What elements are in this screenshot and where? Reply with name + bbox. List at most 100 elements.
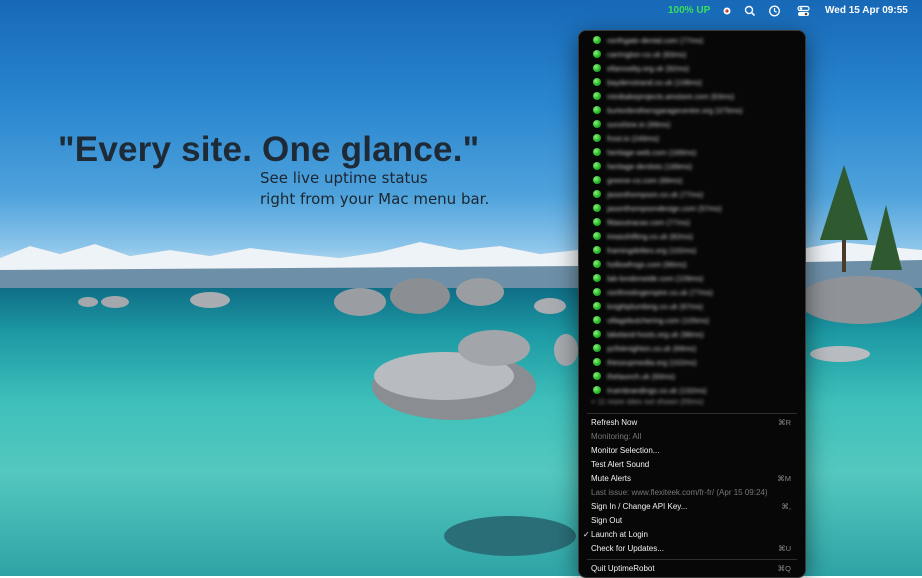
- monitor-row[interactable]: jasonthompsondesign.com (57ms): [591, 202, 791, 216]
- check-updates-shortcut: ⌘U: [778, 544, 791, 553]
- status-up-icon: [593, 106, 601, 114]
- monitor-row[interactable]: knightplumbing.co.uk (97ms): [591, 300, 791, 314]
- quit-label: Quit UptimeRobot: [591, 564, 655, 573]
- monitor-label: frost.io (249ms): [607, 134, 660, 143]
- quit-shortcut: ⌘Q: [777, 564, 791, 573]
- status-up-icon: [593, 274, 601, 282]
- status-up-icon: [593, 190, 601, 198]
- mute-alerts-item[interactable]: Mute Alerts ⌘M: [591, 472, 797, 486]
- status-up-icon: [593, 260, 601, 268]
- hero-subline-1: See live uptime status: [260, 169, 428, 187]
- monitor-label: treasshifting.co.uk (82ms): [607, 232, 693, 241]
- checkmark-icon: ✓: [583, 530, 590, 539]
- monitor-label: northgate-dental.com (77ms): [607, 36, 704, 45]
- status-up-icon: [593, 330, 601, 338]
- status-up-icon: [593, 204, 601, 212]
- status-up-icon: [593, 288, 601, 296]
- status-up-icon: [593, 92, 601, 100]
- status-up-icon: [593, 148, 601, 156]
- status-up-icon: [593, 386, 601, 394]
- monitor-row[interactable]: greene-co.com (89ms): [591, 174, 791, 188]
- app-status-icon[interactable]: [722, 3, 732, 19]
- monitor-row[interactable]: pcfixknighton.co.uk (69ms): [591, 342, 791, 356]
- hero-subline-2: right from your Mac menu bar.: [260, 190, 490, 208]
- monitor-row[interactable]: carrington-co.uk (83ms): [591, 48, 791, 62]
- monitor-row[interactable]: thelaunch.uk (93ms): [591, 370, 791, 384]
- monitor-label: lakeland-hosts.org.uk (98ms): [607, 330, 704, 339]
- monitor-row[interactable]: thesoupmedia.org (102ms): [591, 356, 791, 370]
- refresh-shortcut: ⌘R: [778, 418, 791, 427]
- status-up-icon: [593, 316, 601, 324]
- monitor-label: hollowfrogs.com (96ms): [607, 260, 687, 269]
- monitor-label: fittaoutracao.com (77ms): [607, 218, 690, 227]
- refresh-now-label: Refresh Now: [591, 418, 638, 427]
- monitor-label: heritage-dentists (189ms): [607, 162, 693, 171]
- status-up-icon: [593, 218, 601, 226]
- status-up-icon: [593, 50, 601, 58]
- launch-at-login-item[interactable]: ✓ Launch at Login: [583, 528, 797, 542]
- monitor-label: pcfixknighton.co.uk (69ms): [607, 344, 697, 353]
- search-icon[interactable]: [744, 3, 756, 19]
- monitor-row[interactable]: lab-londonwide.com (109ms): [591, 272, 791, 286]
- monitor-row[interactable]: sunshine.io (99ms): [591, 118, 791, 132]
- status-up-icon: [593, 78, 601, 86]
- status-up-icon: [593, 176, 601, 184]
- monitor-row[interactable]: heritage-web.com (169ms): [591, 146, 791, 160]
- refresh-now-item[interactable]: Refresh Now ⌘R: [591, 416, 797, 430]
- status-up-icon: [593, 36, 601, 44]
- sign-out-item[interactable]: Sign Out: [591, 514, 797, 528]
- monitor-selection-item[interactable]: Monitor Selection...: [591, 444, 797, 458]
- status-up-icon: [593, 120, 601, 128]
- control-center-icon[interactable]: [797, 3, 810, 19]
- monitor-label: carrington-co.uk (83ms): [607, 50, 687, 59]
- monitor-row[interactable]: ellaroseby.org.uk (92ms): [591, 62, 791, 76]
- monitor-label: jasonthompson.co.uk (77ms): [607, 190, 704, 199]
- monitor-row[interactable]: frost.io (249ms): [591, 132, 791, 146]
- check-updates-label: Check for Updates...: [591, 544, 664, 553]
- monitor-label: heritage-web.com (169ms): [607, 148, 697, 157]
- monitor-row[interactable]: jasonthompson.co.uk (77ms): [591, 188, 791, 202]
- monitor-row[interactable]: northgate-dental.com (77ms): [591, 34, 791, 48]
- check-updates-item[interactable]: Check for Updates... ⌘U: [591, 542, 797, 556]
- monitor-row[interactable]: fittaoutracao.com (77ms): [591, 216, 791, 230]
- monitor-label: ellaroseby.org.uk (92ms): [607, 64, 689, 73]
- status-up-icon: [593, 344, 601, 352]
- monitor-label: sunshine.io (99ms): [607, 120, 671, 129]
- monitor-row[interactable]: minibakeprojects.amstore.com (63ms): [591, 90, 791, 104]
- monitor-label: greene-co.com (89ms): [607, 176, 683, 185]
- monitor-label: baydenstrand.co.uk (108ms): [607, 78, 703, 87]
- monitor-label: thelaunch.uk (93ms): [607, 372, 675, 381]
- monitor-row[interactable]: framingdelites.org (102ms): [591, 244, 791, 258]
- hero-subline: See live uptime status right from your M…: [260, 168, 489, 210]
- monitor-row[interactable]: baydenstrand.co.uk (108ms): [591, 76, 791, 90]
- sign-in-shortcut: ⌘,: [781, 502, 791, 511]
- menu-separator: [587, 559, 797, 560]
- sign-in-item[interactable]: Sign In / Change API Key... ⌘,: [591, 500, 797, 514]
- monitoring-status: Monitoring: All: [591, 432, 642, 441]
- monitor-row[interactable]: burtonbrothersgaragecentre.org (375ms): [591, 104, 791, 118]
- test-alert-sound-item[interactable]: Test Alert Sound: [591, 458, 797, 472]
- monitor-row[interactable]: truenbrandings.co.uk (132ms): [591, 384, 791, 398]
- mute-alerts-shortcut: ⌘M: [777, 474, 791, 483]
- mute-alerts-label: Mute Alerts: [591, 474, 632, 483]
- quit-item[interactable]: Quit UptimeRobot ⌘Q: [591, 562, 797, 576]
- menubar-clock[interactable]: Wed 15 Apr 09:55: [825, 3, 908, 19]
- monitor-label: thesoupmedia.org (102ms): [607, 358, 697, 367]
- monitor-label: jasonthompsondesign.com (57ms): [607, 204, 722, 213]
- monitor-row[interactable]: villagebutchering.com (105ms): [591, 314, 791, 328]
- monitor-row[interactable]: lakeland-hosts.org.uk (98ms): [591, 328, 791, 342]
- time-machine-icon[interactable]: [768, 3, 781, 19]
- status-up-icon: [593, 246, 601, 254]
- monitor-label: northnotingempire.co.uk (77ms): [607, 288, 713, 297]
- menu-bar: 100% UP Wed 15 Apr 09:55: [0, 0, 922, 22]
- status-up-icon: [593, 64, 601, 72]
- monitor-row[interactable]: heritage-dentists (189ms): [591, 160, 791, 174]
- uptime-status[interactable]: 100% UP: [668, 3, 710, 19]
- monitor-row[interactable]: hollowfrogs.com (96ms): [591, 258, 791, 272]
- monitor-label: burtonbrothersgaragecentre.org (375ms): [607, 106, 743, 115]
- status-up-icon: [593, 134, 601, 142]
- menu-separator: [587, 413, 797, 414]
- monitor-row[interactable]: treasshifting.co.uk (82ms): [591, 230, 791, 244]
- monitor-row[interactable]: northnotingempire.co.uk (77ms): [591, 286, 791, 300]
- monitor-label: villagebutchering.com (105ms): [607, 316, 710, 325]
